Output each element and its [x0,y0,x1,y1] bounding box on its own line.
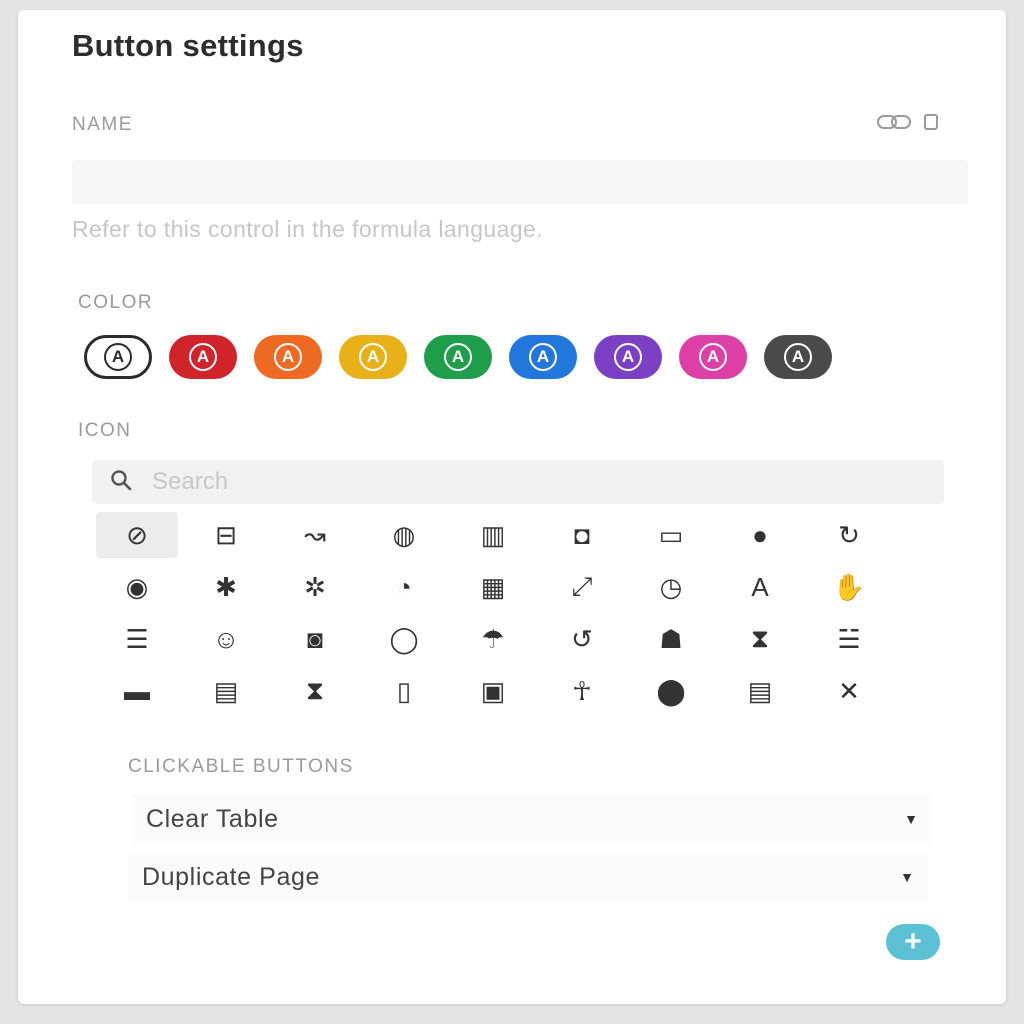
link-icon[interactable] [876,112,914,137]
hand-icon[interactable]: ✋ [808,564,890,610]
color-letter-badge: A [189,343,217,371]
card-icon[interactable]: ▭ [630,512,712,558]
color-swatch[interactable]: A [169,335,237,379]
cart-icon[interactable]: ▬ [96,668,178,714]
panel-title: Button settings [72,28,304,63]
person-icon[interactable]: ☗ [630,616,712,662]
color-letter-badge: A [104,343,132,371]
clock-icon[interactable]: ◷ [630,564,712,610]
color-letter-badge: A [699,343,727,371]
clickable-button-row[interactable]: Duplicate Page ▼ [128,852,928,902]
refresh-icon[interactable]: ↻ [808,512,890,558]
caret-down-icon[interactable]: ▼ [900,869,914,885]
hourglass-solid-icon[interactable]: ⧗ [274,668,356,714]
calendar-day-icon[interactable]: ▣ [452,668,534,714]
arrow-curve-icon[interactable]: ↝ [274,512,356,558]
tray-icon[interactable]: ⊟ [185,512,267,558]
color-letter-badge: A [444,343,472,371]
caret-down-icon[interactable]: ▼ [904,811,918,827]
color-letter-badge: A [274,343,302,371]
expand-icon[interactable]: ⤢ [541,564,623,610]
hourglass-icon[interactable]: ⧗ [719,616,801,662]
color-swatch[interactable]: A [764,335,832,379]
building-icon[interactable]: ▯ [363,668,445,714]
color-swatch[interactable]: A [594,335,662,379]
color-swatch[interactable]: A [509,335,577,379]
text-icon[interactable]: A [719,564,801,610]
icon-section-label: ICON [78,420,132,441]
tools-icon[interactable]: ✕ [808,668,890,714]
color-letter-badge: A [784,343,812,371]
copy-icon[interactable] [922,112,940,137]
circle-outline-icon[interactable]: ◯ [363,616,445,662]
list-card-icon[interactable]: ☰ [96,616,178,662]
icon-search-box[interactable] [92,460,944,504]
add-button[interactable]: + [886,924,940,960]
badge-icon[interactable]: ◉ [96,564,178,610]
bug-alt-icon[interactable]: ✲ [274,564,356,610]
color-swatches: AAAAAAAAA [84,335,832,379]
alarm-icon[interactable]: ● [719,512,801,558]
name-hint: Refer to this control in the formula lan… [72,216,543,242]
name-input[interactable] [72,160,968,204]
clickable-button-label: Duplicate Page [142,862,320,891]
bug-icon[interactable]: ✱ [185,564,267,610]
camera-icon[interactable]: ◘ [541,512,623,558]
alert-circle-icon[interactable]: ⬤ [630,668,712,714]
color-swatch[interactable]: A [339,335,407,379]
color-section-label: COLOR [78,292,154,313]
color-letter-badge: A [614,343,642,371]
filter-icon[interactable]: ☱ [808,616,890,662]
color-swatch[interactable]: A [424,335,492,379]
slash-circle-icon[interactable]: ⊘ [96,512,178,558]
walk-icon[interactable]: ☥ [541,668,623,714]
clickable-button-row[interactable]: Clear Table ▼ [132,794,932,844]
color-letter-badge: A [359,343,387,371]
name-actions [876,112,940,137]
color-letter-badge: A [529,343,557,371]
name-section-label: NAME [72,114,133,135]
briefcase-icon[interactable]: ▤ [185,668,267,714]
clickable-buttons-label: CLICKABLE BUTTONS [128,756,354,777]
emoji-icon[interactable]: ☺ [185,616,267,662]
icon-search-input[interactable] [150,467,854,497]
timer-icon[interactable]: ◔ [363,564,445,610]
history-icon[interactable]: ↺ [541,616,623,662]
calendar-icon[interactable]: ▦ [452,564,534,610]
search-icon [110,469,132,496]
bus-icon[interactable]: ◙ [274,616,356,662]
clickable-button-label: Clear Table [146,804,279,833]
color-swatch[interactable]: A [254,335,322,379]
umbrella-icon[interactable]: ☂ [452,616,534,662]
color-swatch[interactable]: A [84,335,152,379]
document-icon[interactable]: ▤ [719,668,801,714]
color-swatch[interactable]: A [679,335,747,379]
icon-grid: ⊘ ⊟ ↝ ◍ ▥ ◘ ▭ ● ↻ ◉ ✱ ✲ ◔ ▦ ⤢ ◷ A ✋ ☰ ☺ ◙ ◯ ☂ ↺ ☗ ⧗ ☱ ▬ ▤ ⧗ ▯ ▣ ☥ ⬤ ▤ ✕ [96,512,897,720]
globe-icon[interactable]: ◍ [363,512,445,558]
book-icon[interactable]: ▥ [452,512,534,558]
